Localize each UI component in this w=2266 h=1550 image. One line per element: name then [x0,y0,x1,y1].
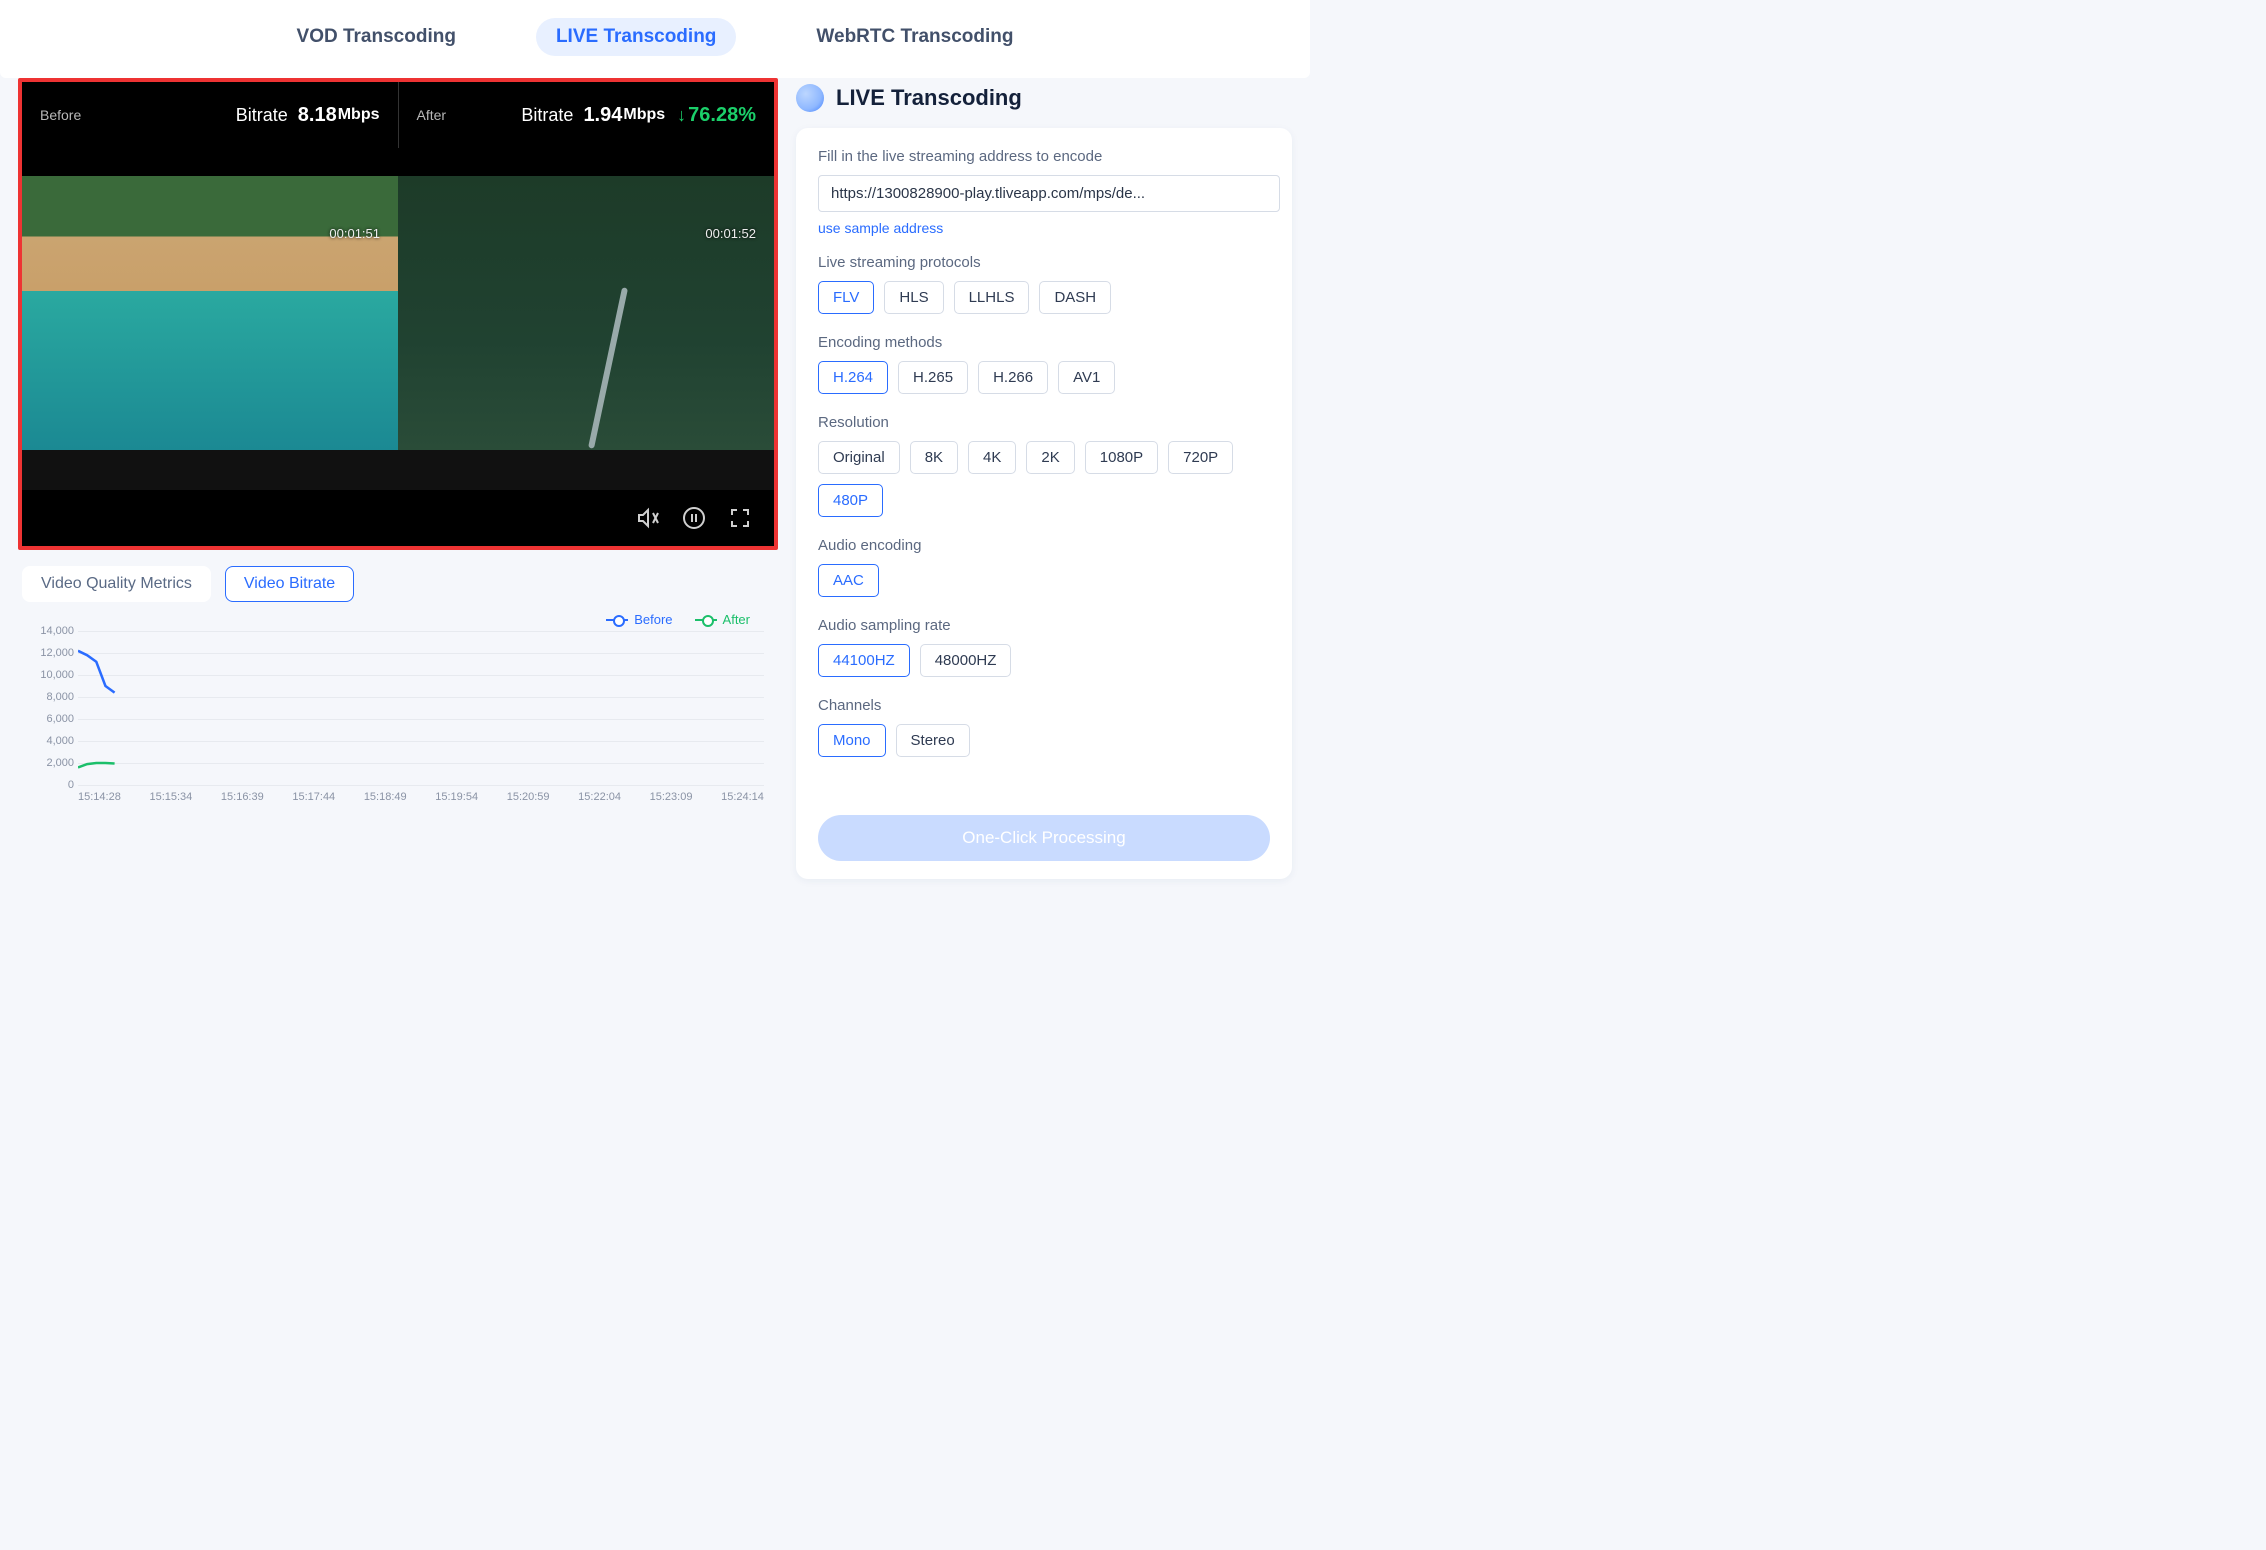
resolution-option-480p[interactable]: 480P [818,484,883,517]
timecode-after: 00:01:52 [705,226,756,241]
tab-live-transcoding[interactable]: LIVE Transcoding [536,18,736,56]
resolution-option-original[interactable]: Original [818,441,900,474]
reduction-pct: ↓ 76.28% [677,104,756,127]
resolution-option-1080p[interactable]: 1080P [1085,441,1158,474]
tab-vod-transcoding[interactable]: VOD Transcoding [277,18,476,56]
address-input[interactable]: https://1300828900-play.tliveapp.com/mps… [818,175,1280,212]
mute-icon[interactable] [636,506,660,530]
protocols-option-llhls[interactable]: LLHLS [954,281,1030,314]
bitrate-label-before: Bitrate [236,105,288,126]
channels-option-mono[interactable]: Mono [818,724,886,757]
chart-legend: Before After [22,612,774,627]
protocols-option-dash[interactable]: DASH [1039,281,1111,314]
legend-before: Before [606,612,672,627]
tab-webrtc-transcoding[interactable]: WebRTC Transcoding [796,18,1033,56]
legend-after: After [695,612,750,627]
address-label: Fill in the live streaming address to en… [818,148,1280,165]
panel-orb-icon [796,84,824,112]
bitrate-label-after: Bitrate [521,105,573,126]
bitrate-value-before: 8.18 [298,104,337,127]
after-video-frame: 00:01:52 [398,176,774,450]
protocols-option-flv[interactable]: FLV [818,281,874,314]
audio_enc-label: Audio encoding [818,537,1280,554]
channels-label: Channels [818,697,1280,714]
resolution-option-2k[interactable]: 2K [1026,441,1074,474]
resolution-option-8k[interactable]: 8K [910,441,958,474]
encoding-option-h265[interactable]: H.265 [898,361,968,394]
resolution-label: Resolution [818,414,1280,431]
before-label: Before [40,107,81,123]
bitrate-unit-before: Mbps [338,106,380,124]
sample-address-link[interactable]: use sample address [818,220,943,236]
resolution-option-720p[interactable]: 720P [1168,441,1233,474]
encoding-option-h264[interactable]: H.264 [818,361,888,394]
encoding-label: Encoding methods [818,334,1280,351]
bitrate-chart: 02,0004,0006,0008,00010,00012,00014,0001… [22,631,774,803]
down-arrow-icon: ↓ [677,105,686,126]
encoding-option-av1[interactable]: AV1 [1058,361,1115,394]
sample_rate-option-44100hz[interactable]: 44100HZ [818,644,910,677]
after-label: After [417,107,447,123]
sample_rate-label: Audio sampling rate [818,617,1280,634]
sample_rate-option-48000hz[interactable]: 48000HZ [920,644,1012,677]
video-compare-container: Before Bitrate 8.18 Mbps After Bitrate 1… [18,78,778,550]
after-header: After Bitrate 1.94 Mbps ↓ 76.28% [399,82,775,148]
bitrate-unit-after: Mbps [623,106,665,124]
fullscreen-icon[interactable] [728,506,752,530]
metric-tab-video-quality-metrics[interactable]: Video Quality Metrics [22,566,211,602]
metric-tab-video-bitrate[interactable]: Video Bitrate [225,566,354,602]
audio_enc-option-aac[interactable]: AAC [818,564,879,597]
before-header: Before Bitrate 8.18 Mbps [22,82,398,148]
pause-icon[interactable] [682,506,706,530]
timecode-before: 00:01:51 [329,226,380,241]
bitrate-value-after: 1.94 [583,104,622,127]
protocols-option-hls[interactable]: HLS [884,281,943,314]
protocols-label: Live streaming protocols [818,254,1280,271]
one-click-processing-button[interactable]: One-Click Processing [818,815,1270,861]
resolution-option-4k[interactable]: 4K [968,441,1016,474]
main-tabs: VOD Transcoding LIVE Transcoding WebRTC Tr… [0,0,1310,78]
before-video-frame: 00:01:51 [22,176,398,450]
encoding-option-h266[interactable]: H.266 [978,361,1048,394]
metric-tabs: Video Quality Metrics Video Bitrate [22,566,778,602]
channels-option-stereo[interactable]: Stereo [896,724,970,757]
panel-title: LIVE Transcoding [796,78,1292,128]
